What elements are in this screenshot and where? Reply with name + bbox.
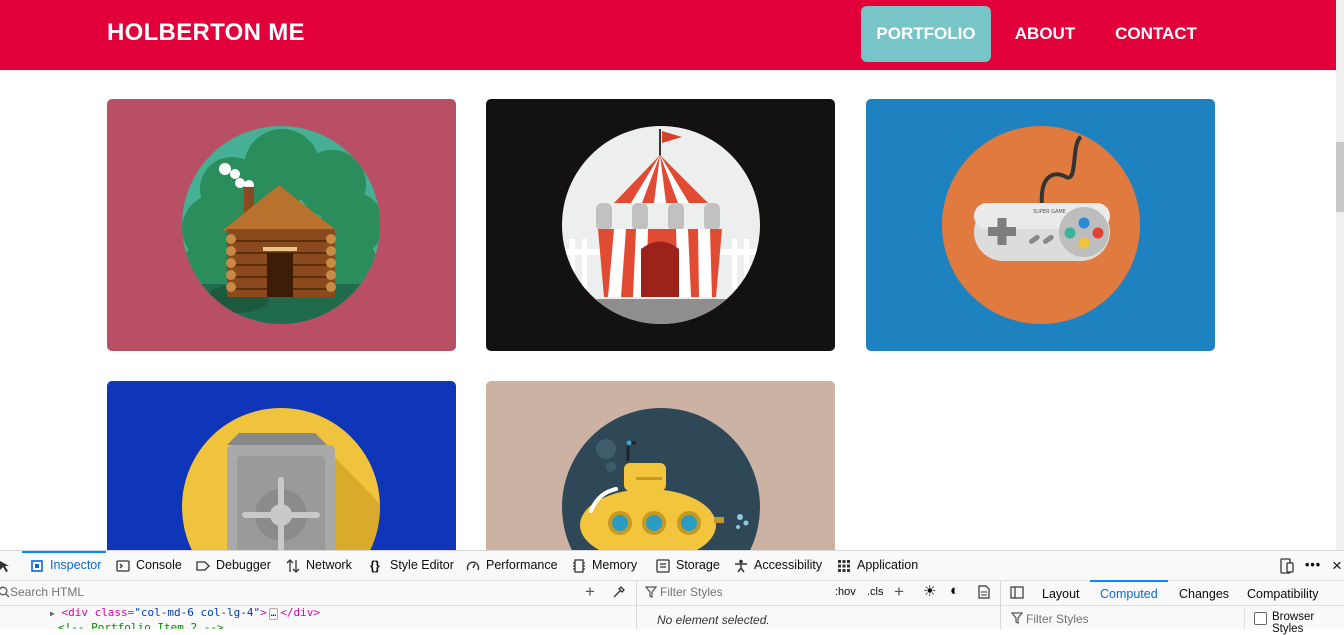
markup-attr-value: "col-md-6 col-lg-4" [134,606,261,619]
nav-about[interactable]: ABOUT [1002,6,1088,62]
markup-collapsed-badge[interactable]: … [268,608,279,620]
portfolio-item-controller[interactable]: SUPER GAME [866,99,1215,351]
filter-icon [644,586,658,601]
browser-styles-checkbox[interactable] [1254,612,1267,625]
markup-toolbar: + [0,581,636,606]
add-node-icon[interactable]: + [585,582,595,602]
tab-debugger[interactable]: Debugger [196,551,271,580]
devtools-panel: Inspector Console Debugger Network {} St… [0,550,1344,635]
dark-theme-icon[interactable]: ◐ [950,582,959,599]
memory-icon [573,558,585,573]
portfolio-item-safe[interactable] [107,381,456,550]
application-icon [838,559,850,572]
tab-performance[interactable]: Performance [466,551,558,580]
tab-storage-label: Storage [676,558,720,572]
computed-tab-indicator [1090,580,1168,582]
portfolio-item-cabin[interactable] [107,99,456,351]
portfolio-item-submarine[interactable] [486,381,835,550]
tab-style-editor[interactable]: {} Style Editor [370,551,454,580]
markup-tag-gt: > [260,606,267,619]
inspector-icon [31,559,43,572]
browser-styles-label: Browser Styles [1272,611,1315,635]
rules-toolbar: :hov .cls + ☀ ◐ [637,581,1000,606]
portfolio-item-circus[interactable] [486,99,835,351]
markup-tag-open: <div class= [61,606,135,619]
storage-icon [656,558,670,573]
expand-toggle-icon[interactable]: ▶ [50,609,55,618]
navbar: HOLBERTON ME PORTFOLIO ABOUT CONTACT [0,0,1336,70]
search-icon [0,586,10,601]
tab-computed[interactable]: Computed [1100,587,1158,601]
light-theme-icon[interactable]: ☀ [923,582,936,600]
accessibility-icon [735,559,747,572]
sidebar-toolbar: Layout Computed Changes Compatibility [1001,580,1344,606]
tab-accessibility[interactable]: Accessibility [734,551,822,580]
nav-contact[interactable]: CONTACT [1102,6,1210,62]
hov-toggle[interactable]: :hov [835,586,856,598]
toggle-sidebar-icon[interactable] [1010,586,1024,602]
tab-accessibility-label: Accessibility [754,558,823,572]
tab-inspector-label: Inspector [50,558,102,572]
cls-toggle[interactable]: .cls [867,586,884,598]
tab-memory-label: Memory [592,558,638,572]
filter-icon-2 [1010,612,1024,627]
tab-debugger-label: Debugger [216,558,271,572]
no-element-message: No element selected. [657,613,770,627]
eyedropper-icon[interactable] [612,585,626,602]
tab-changes[interactable]: Changes [1179,587,1229,601]
markup-line-1[interactable]: ▶ <div class="col-md-6 col-lg-4">… </div> [50,606,320,620]
scroll-thumb[interactable] [1336,142,1344,212]
filter-styles-input-2[interactable]: Filter Styles [1026,612,1089,626]
tab-network[interactable]: Network [286,551,352,580]
pick-element-icon[interactable] [0,551,12,580]
tab-performance-label: Performance [486,558,558,572]
responsive-design-icon[interactable] [1279,551,1295,580]
tab-inspector[interactable]: Inspector [30,551,101,580]
tab-layout[interactable]: Layout [1042,587,1080,601]
tab-console[interactable]: Console [116,551,182,580]
tab-console-label: Console [136,558,182,572]
controller-label: SUPER GAME [1033,209,1066,215]
nav-portfolio[interactable]: PORTFOLIO [861,6,991,62]
brand-logo[interactable]: HOLBERTON ME [107,19,305,47]
filter-styles-input[interactable] [660,584,825,600]
print-media-icon[interactable] [978,585,990,602]
tab-application-label: Application [857,558,919,572]
log-cabin-icon [182,126,380,324]
tab-compatibility[interactable]: Compatibility [1247,587,1319,601]
circus-tent-icon [562,126,760,324]
style-editor-icon: {} [370,558,380,573]
tab-application[interactable]: Application [837,551,918,580]
close-devtools-icon[interactable]: × [1332,551,1342,580]
search-html-input[interactable] [10,584,565,600]
devtools-tabbar: Inspector Console Debugger Network {} St… [0,551,1344,581]
performance-icon [466,561,480,570]
page-scrollbar[interactable] [1336,0,1344,550]
sidebar-divider [1244,608,1245,629]
game-controller-icon: SUPER GAME [942,126,1140,324]
markup-tag-close: </div> [280,606,320,619]
safe-icon [182,408,380,550]
tab-memory[interactable]: Memory [572,551,637,580]
network-icon [286,558,300,573]
tab-storage[interactable]: Storage [656,551,720,580]
debugger-icon [196,560,210,571]
tab-network-label: Network [306,558,352,572]
more-options-icon[interactable]: ••• [1305,551,1321,580]
console-icon [116,559,130,572]
submarine-icon [562,408,760,550]
tab-style-editor-label: Style Editor [390,558,454,572]
add-rule-icon[interactable]: + [894,582,904,602]
